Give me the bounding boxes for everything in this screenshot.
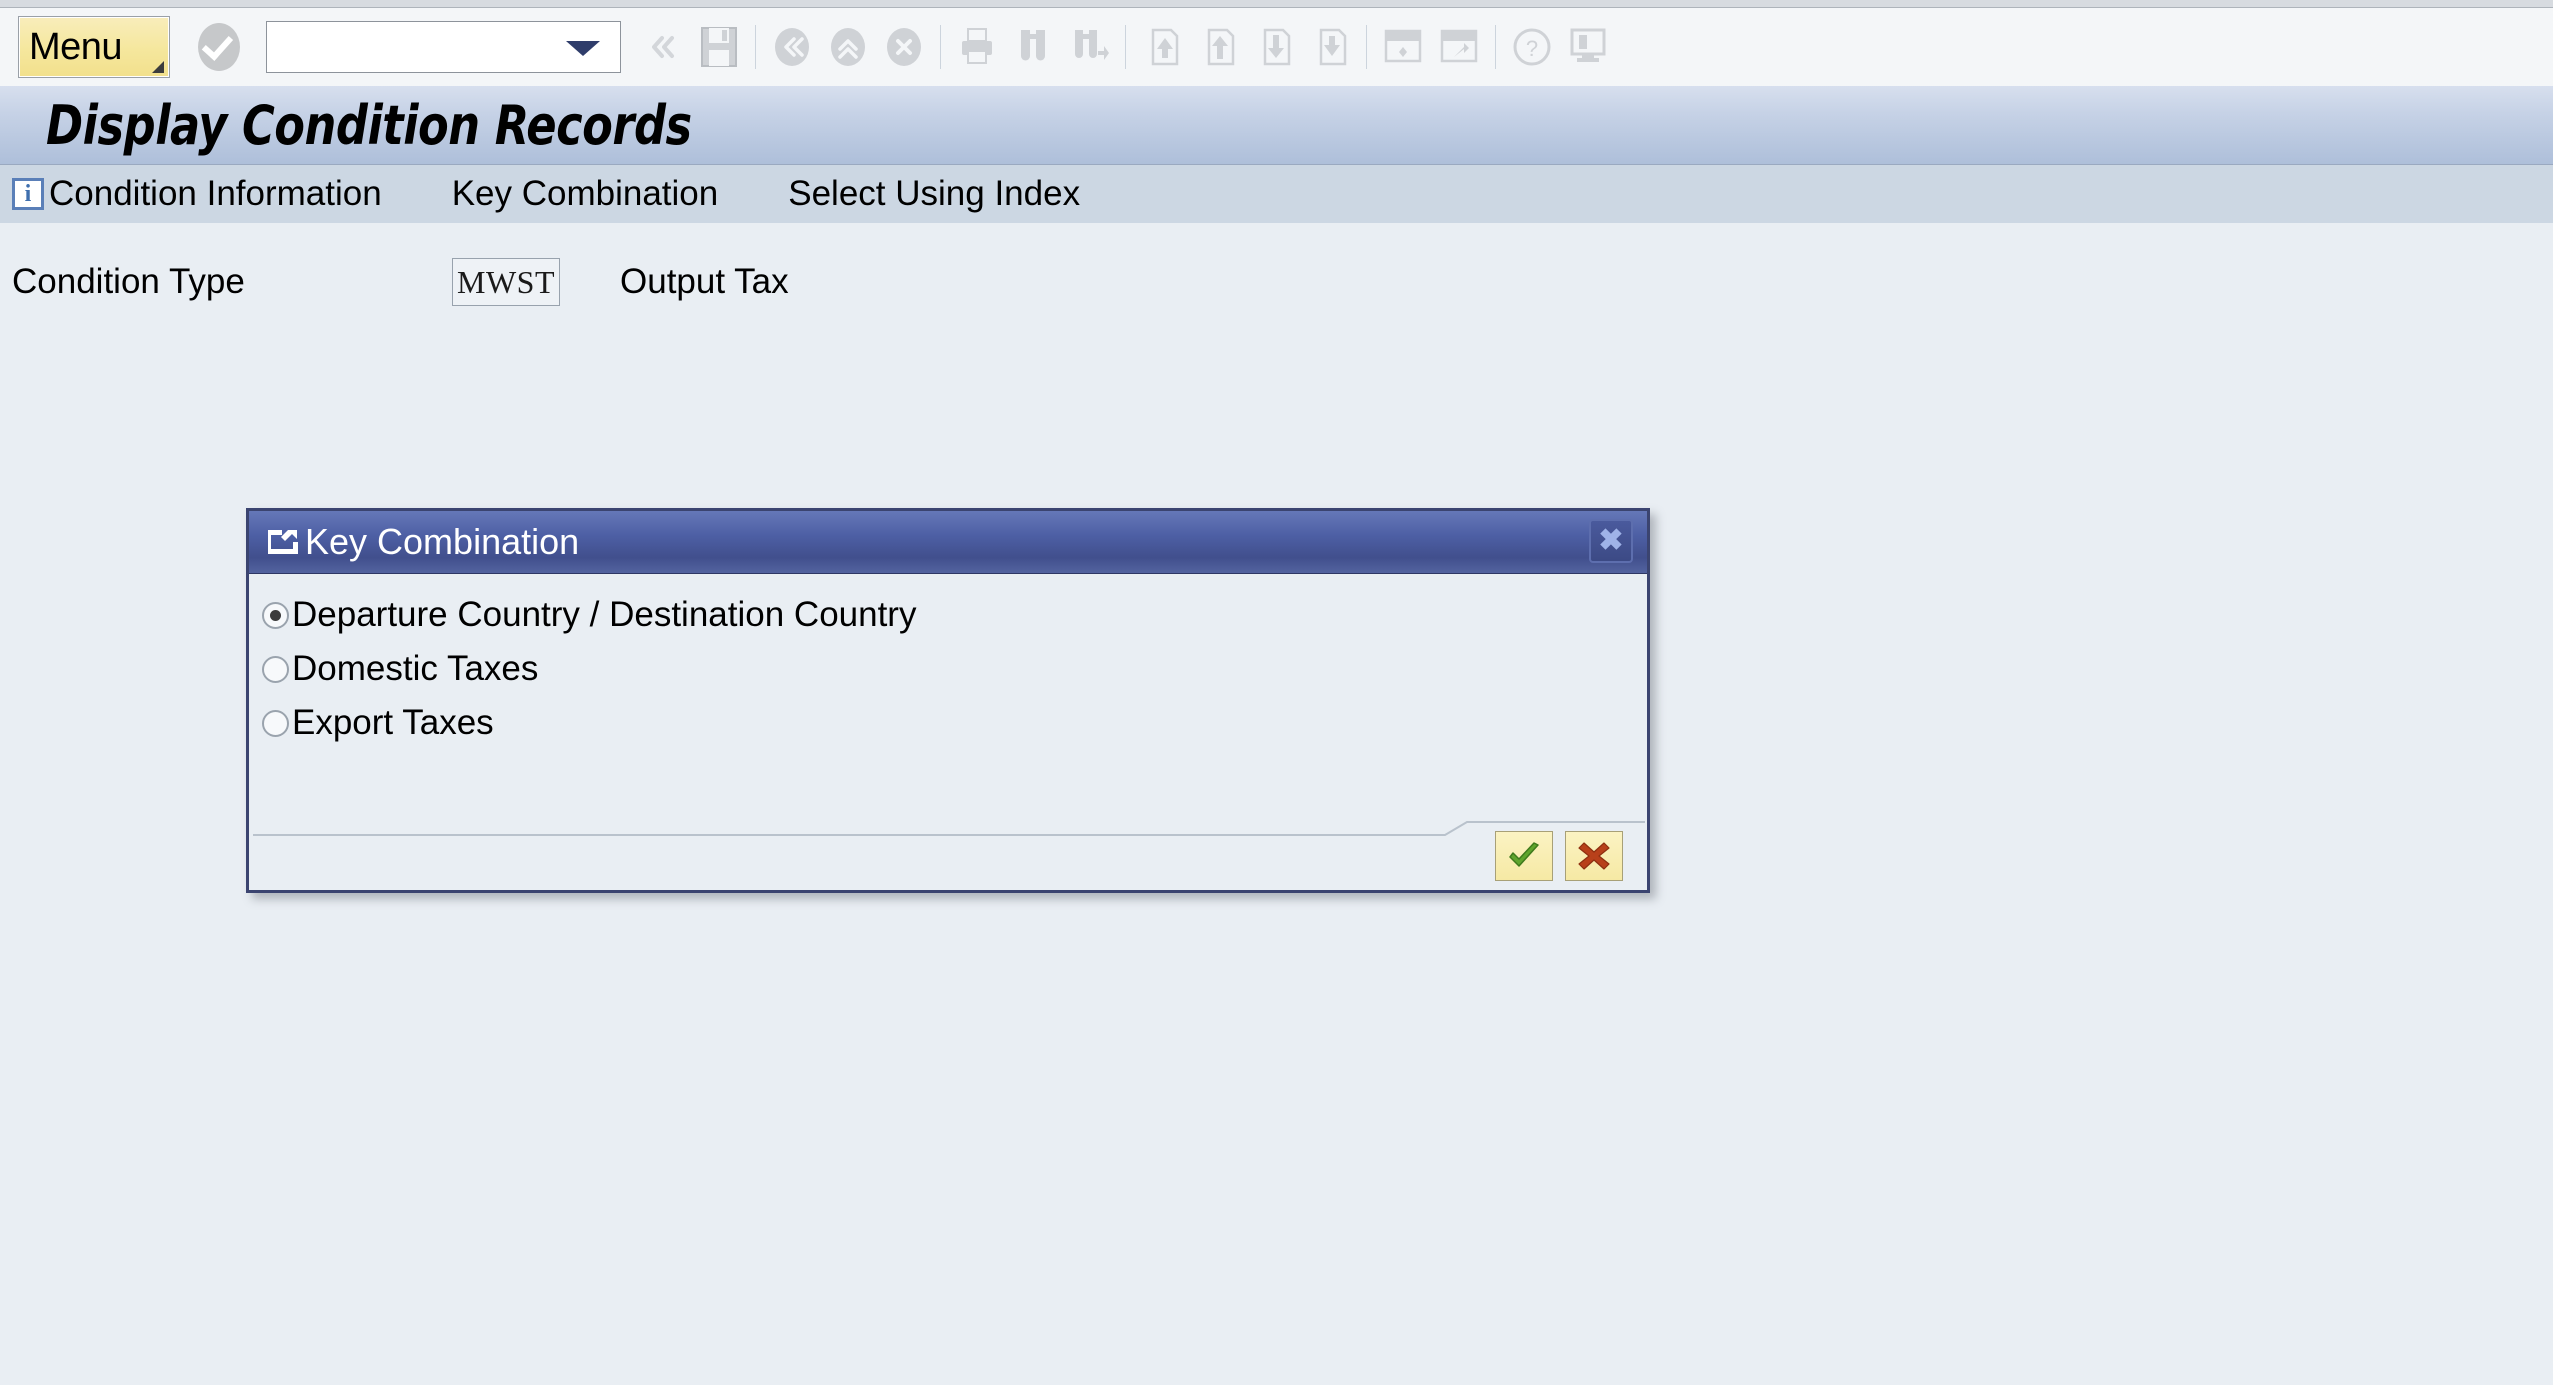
last-page-icon bbox=[1306, 21, 1354, 73]
collapse-chevrons-icon bbox=[639, 21, 687, 73]
close-icon: ✖ bbox=[1598, 524, 1624, 557]
customize-local-layout-icon bbox=[1564, 21, 1612, 73]
menu-item-condition-information-label: Condition Information bbox=[49, 174, 382, 213]
enter-check-icon[interactable] bbox=[196, 22, 242, 72]
info-icon: i bbox=[12, 178, 44, 210]
menu-item-key-combination[interactable]: Key Combination bbox=[452, 165, 719, 223]
menu-button[interactable]: Menu bbox=[18, 16, 170, 78]
page-title: Display Condition Records bbox=[46, 93, 692, 157]
radio-option-label: Export Taxes bbox=[292, 703, 494, 742]
condition-type-value: MWST bbox=[457, 263, 555, 300]
green-check-icon bbox=[1509, 842, 1539, 867]
radio-button-icon[interactable] bbox=[262, 655, 289, 683]
create-session-icon bbox=[1379, 21, 1427, 73]
dialog-footer bbox=[249, 822, 1647, 890]
svg-text:?: ? bbox=[1526, 36, 1538, 61]
dialog-title-bar[interactable]: Key Combination ✖ bbox=[249, 511, 1647, 574]
radio-option-label: Domestic Taxes bbox=[292, 649, 539, 688]
radio-option-export-taxes[interactable]: Export Taxes bbox=[262, 696, 1647, 750]
red-cross-icon bbox=[1578, 842, 1610, 870]
cancel-icon bbox=[880, 21, 928, 73]
radio-button-icon[interactable] bbox=[262, 601, 289, 629]
find-icon bbox=[1009, 21, 1057, 73]
system-toolbar: Menu ? bbox=[0, 8, 2553, 86]
menu-item-select-using-index[interactable]: Select Using Index bbox=[788, 165, 1080, 223]
condition-type-row: Condition Type MWST Output Tax bbox=[0, 252, 2553, 312]
dialog-title: Key Combination bbox=[305, 521, 580, 562]
first-page-icon bbox=[1138, 21, 1186, 73]
cancel-button[interactable] bbox=[1565, 831, 1623, 881]
dialog-body: Departure Country / Destination Country … bbox=[249, 588, 1647, 840]
back-icon bbox=[768, 21, 816, 73]
next-page-icon bbox=[1250, 21, 1298, 73]
command-field[interactable] bbox=[266, 21, 621, 74]
confirm-button[interactable] bbox=[1495, 831, 1553, 881]
window-top-strip bbox=[0, 0, 2553, 8]
find-next-icon bbox=[1065, 21, 1113, 73]
create-shortcut-icon bbox=[1435, 21, 1483, 73]
toolbar-icon-group: ? bbox=[635, 21, 1616, 73]
command-input[interactable] bbox=[277, 22, 571, 74]
exit-icon bbox=[824, 21, 872, 73]
print-icon bbox=[953, 21, 1001, 73]
key-combination-dialog: Key Combination ✖ Departure Country / De… bbox=[246, 508, 1650, 893]
application-menu-bar: i Condition Information Key Combination … bbox=[0, 165, 2553, 223]
dialog-window-icon bbox=[268, 530, 298, 554]
previous-page-icon bbox=[1194, 21, 1242, 73]
radio-option-departure-destination-country[interactable]: Departure Country / Destination Country bbox=[262, 588, 1647, 642]
program-title-bar: Display Condition Records bbox=[0, 86, 2553, 165]
menu-item-condition-information[interactable]: i Condition Information bbox=[12, 165, 382, 223]
radio-option-domestic-taxes[interactable]: Domestic Taxes bbox=[262, 642, 1647, 696]
help-icon: ? bbox=[1508, 21, 1556, 73]
menu-item-key-combination-label: Key Combination bbox=[451, 174, 719, 213]
condition-type-input[interactable]: MWST bbox=[452, 258, 560, 306]
command-dropdown-arrow-icon[interactable] bbox=[566, 41, 600, 56]
menu-item-select-using-index-label: Select Using Index bbox=[788, 174, 1081, 213]
menu-button-corner-icon bbox=[152, 61, 164, 73]
condition-type-description: Output Tax bbox=[620, 262, 789, 301]
dialog-close-button[interactable]: ✖ bbox=[1589, 519, 1633, 563]
condition-type-label: Condition Type bbox=[12, 262, 245, 301]
save-icon bbox=[695, 21, 743, 73]
radio-button-icon[interactable] bbox=[262, 709, 289, 737]
menu-button-label: Menu bbox=[29, 26, 123, 68]
radio-option-label: Departure Country / Destination Country bbox=[292, 595, 917, 634]
